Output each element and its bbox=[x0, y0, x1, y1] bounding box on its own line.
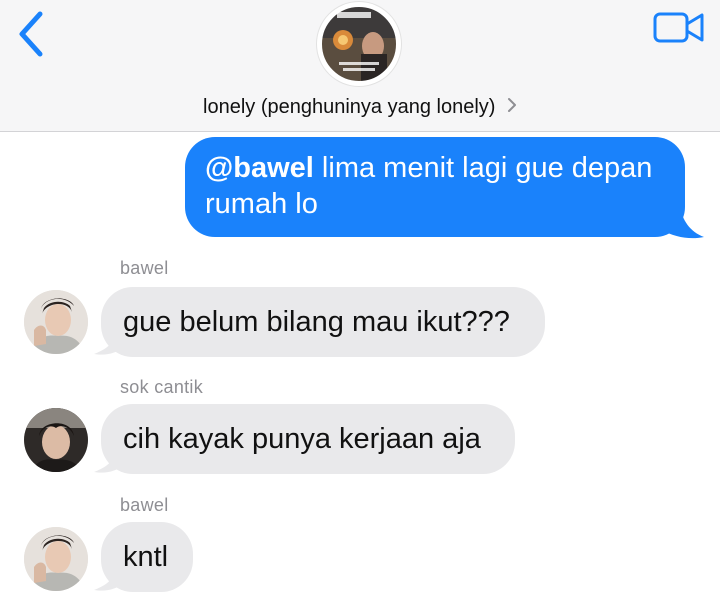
back-button[interactable] bbox=[12, 10, 52, 58]
bubble-tail bbox=[94, 328, 122, 355]
avatar[interactable] bbox=[24, 408, 88, 472]
group-avatar[interactable] bbox=[317, 2, 401, 86]
bubble-tail bbox=[94, 564, 122, 591]
incoming-message-bubble[interactable]: gue belum bilang mau ikut??? bbox=[101, 287, 545, 357]
sender-name: bawel bbox=[120, 495, 169, 515]
message-text: cih kayak punya kerjaan aja bbox=[123, 423, 481, 455]
chevron-left-icon bbox=[19, 11, 43, 57]
avatar[interactable] bbox=[24, 290, 88, 354]
sender-name: bawel bbox=[120, 258, 169, 278]
sender-name: sok cantik bbox=[120, 377, 204, 397]
message-text: kntl bbox=[123, 541, 169, 573]
group-title: lonely (penghuninya yang lonely) bbox=[203, 96, 496, 118]
video-call-button[interactable] bbox=[652, 10, 706, 46]
mention[interactable]: @bawel bbox=[205, 152, 314, 184]
avatar[interactable] bbox=[24, 527, 88, 591]
message-text: gue belum bilang mau ikut??? bbox=[123, 306, 510, 338]
outgoing-message-bubble[interactable]: @bawel lima menit lagi gue depan rumah l… bbox=[185, 137, 685, 237]
incoming-message-bubble[interactable]: cih kayak punya kerjaan aja bbox=[101, 404, 515, 474]
video-camera-icon bbox=[653, 12, 704, 43]
conversation-header: lonely (penghuninya yang lonely) bbox=[0, 0, 720, 132]
chevron-right-icon bbox=[507, 96, 517, 119]
bubble-tail bbox=[94, 446, 122, 473]
group-title-button[interactable]: lonely (penghuninya yang lonely) bbox=[0, 96, 720, 124]
bubble-tail bbox=[660, 206, 704, 239]
